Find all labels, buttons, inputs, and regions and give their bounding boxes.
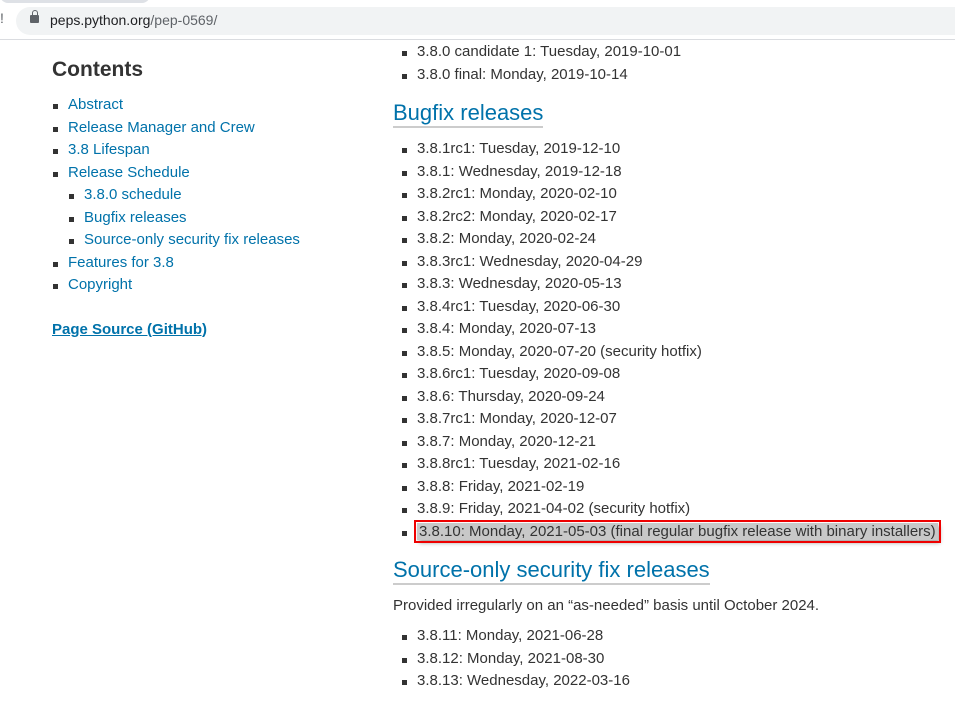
toc-link-lifespan[interactable]: 3.8 Lifespan [68,141,150,158]
release-item: 3.8.5: Monday, 2020-07-20 (security hotf… [402,341,953,364]
release-item-highlighted: 3.8.10: Monday, 2021-05-03 (final regula… [402,519,953,544]
release-item: 3.8.6rc1: Tuesday, 2020-09-08 [402,363,953,386]
release-item: 3.8.4rc1: Tuesday, 2020-06-30 [402,296,953,319]
release-item: 3.8.3rc1: Wednesday, 2020-04-29 [402,251,953,274]
release-item: 3.8.1: Wednesday, 2019-12-18 [402,161,953,184]
release-item: 3.8.2: Monday, 2020-02-24 [402,228,953,251]
release-item: 3.8.8rc1: Tuesday, 2021-02-16 [402,453,953,476]
release-item: 3.8.1rc1: Tuesday, 2019-12-10 [402,138,953,161]
toc-link-abstract[interactable]: Abstract [68,96,123,113]
security-intro: Provided irregularly on an “as-needed” b… [393,597,820,614]
toc-item: Copyright [53,274,352,297]
url-path: /pep-0569/ [150,12,218,28]
release-item: 3.8.4: Monday, 2020-07-13 [402,318,953,341]
security-heading: Source-only security fix releases [393,557,953,585]
release-item: 3.8.9: Friday, 2021-04-02 (security hotf… [402,498,953,521]
toc-link-380-schedule[interactable]: 3.8.0 schedule [84,186,182,203]
release-item: 3.8.7rc1: Monday, 2020-12-07 [402,408,953,431]
release-item: 3.8.6: Thursday, 2020-09-24 [402,386,953,409]
bugfix-heading-link[interactable]: Bugfix releases [393,100,544,128]
release-item: 3.8.7: Monday, 2020-12-21 [402,431,953,454]
bugfix-heading: Bugfix releases [393,100,953,128]
toc-item: Features for 3.8 [53,252,352,275]
url-host: peps.python.org [50,12,151,28]
main-content: 3.8.0 candidate 1: Tuesday, 2019-10-01 3.… [393,41,953,693]
toc-item: Release Manager and Crew [53,117,352,140]
contents-sidebar: Contents Abstract Release Manager and Cr… [52,58,352,339]
toc-link-bugfix[interactable]: Bugfix releases [84,209,187,226]
release-item: 3.8.12: Monday, 2021-08-30 [402,648,953,671]
contents-list: Abstract Release Manager and Crew 3.8 Li… [52,94,352,297]
release-item: 3.8.13: Wednesday, 2022-03-16 [402,670,953,693]
toc-subitem: 3.8.0 schedule [69,184,352,207]
toc-link-copyright[interactable]: Copyright [68,276,132,293]
toc-link-release-schedule[interactable]: Release Schedule [68,164,190,181]
toc-subitem: Source-only security fix releases [69,229,352,252]
release-item: 3.8.0 final: Monday, 2019-10-14 [402,64,953,87]
security-heading-link[interactable]: Source-only security fix releases [393,557,710,585]
page-source-link[interactable]: Page Source (GitHub) [52,321,207,338]
contents-title: Contents [52,58,143,81]
toc-item: Release Schedule 3.8.0 schedule Bugfix r… [53,162,352,252]
schedule-list: 3.8.0 candidate 1: Tuesday, 2019-10-01 3.… [393,41,953,86]
toc-item: 3.8 Lifespan [53,139,352,162]
edge-glyph: ! [0,10,4,26]
browser-tab[interactable] [0,0,150,3]
address-bar[interactable]: peps.python.org/pep-0569/ [16,7,955,35]
toc-subitem: Bugfix releases [69,207,352,230]
lock-icon[interactable] [30,10,39,23]
release-item: 3.8.0 candidate 1: Tuesday, 2019-10-01 [402,41,953,64]
bugfix-list: 3.8.1rc1: Tuesday, 2019-12-10 3.8.1: Wedn… [393,138,953,543]
browser-toolbar: ! peps.python.org/pep-0569/ [0,0,955,40]
release-item: 3.8.2rc2: Monday, 2020-02-17 [402,206,953,229]
toc-link-features[interactable]: Features for 3.8 [68,254,174,271]
toc-link-security[interactable]: Source-only security fix releases [84,231,300,248]
toc-item: Abstract [53,94,352,117]
url-text[interactable]: peps.python.org/pep-0569/ [50,12,217,28]
release-item: 3.8.8: Friday, 2021-02-19 [402,476,953,499]
release-item: 3.8.2rc1: Monday, 2020-02-10 [402,183,953,206]
security-list: 3.8.11: Monday, 2021-06-28 3.8.12: Monday… [393,625,953,693]
toc-link-release-manager[interactable]: Release Manager and Crew [68,119,255,136]
release-item: 3.8.3: Wednesday, 2020-05-13 [402,273,953,296]
highlighted-release-text: 3.8.10: Monday, 2021-05-03 (final regula… [414,519,941,543]
release-item: 3.8.11: Monday, 2021-06-28 [402,625,953,648]
